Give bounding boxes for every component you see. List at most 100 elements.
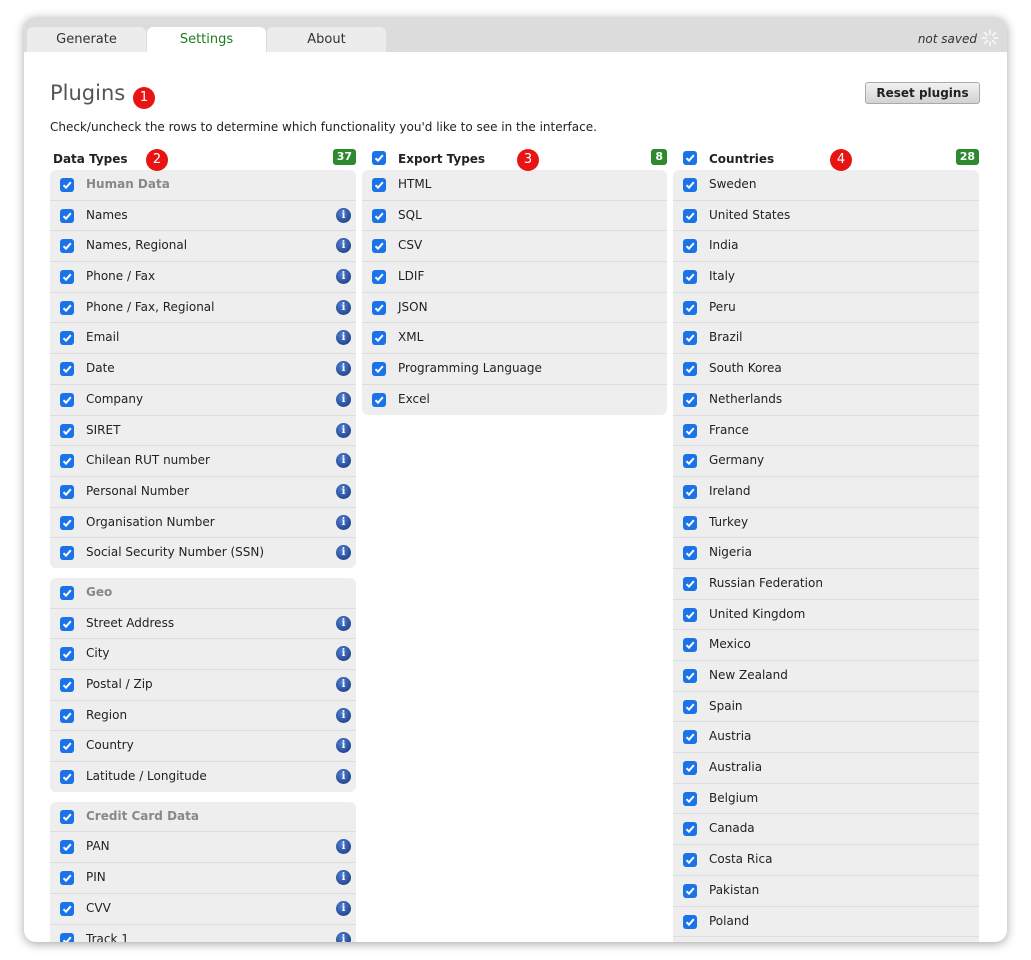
- row-checkbox[interactable]: [683, 699, 697, 714]
- row-checkbox[interactable]: [60, 585, 74, 600]
- row-checkbox[interactable]: [60, 708, 74, 723]
- info-icon[interactable]: i: [336, 839, 351, 855]
- plugin-row[interactable]: Region i: [50, 701, 356, 732]
- info-icon[interactable]: i: [336, 330, 351, 346]
- row-checkbox[interactable]: [683, 883, 697, 898]
- row-checkbox[interactable]: [372, 300, 386, 315]
- plugin-row[interactable]: Programming Language: [362, 354, 667, 385]
- info-icon[interactable]: i: [336, 207, 351, 223]
- plugin-row[interactable]: Ireland: [673, 477, 979, 508]
- row-checkbox[interactable]: [60, 770, 74, 785]
- info-icon[interactable]: i: [336, 646, 351, 662]
- reset-plugins-button[interactable]: Reset plugins: [865, 82, 980, 104]
- plugin-row[interactable]: United States: [673, 201, 979, 232]
- row-checkbox[interactable]: [60, 678, 74, 692]
- plugin-row[interactable]: Social Security Number (SSN) i: [50, 538, 356, 568]
- plugin-row[interactable]: Latitude / Longitude i: [50, 762, 356, 792]
- plugin-row[interactable]: Country i: [50, 731, 356, 763]
- row-checkbox[interactable]: [60, 239, 74, 254]
- info-icon[interactable]: i: [336, 615, 351, 631]
- info-icon[interactable]: i: [336, 453, 351, 469]
- row-checkbox[interactable]: [372, 270, 386, 285]
- plugin-row[interactable]: Pakistan: [673, 876, 979, 907]
- row-checkbox[interactable]: [60, 515, 74, 530]
- row-checkbox[interactable]: [372, 178, 386, 192]
- row-checkbox[interactable]: [683, 331, 697, 346]
- row-checkbox[interactable]: [60, 647, 74, 662]
- row-checkbox[interactable]: [683, 208, 697, 223]
- row-checkbox[interactable]: [683, 239, 697, 254]
- row-checkbox[interactable]: [683, 178, 697, 192]
- row-checkbox[interactable]: [372, 208, 386, 223]
- row-checkbox[interactable]: [60, 270, 74, 285]
- plugin-row[interactable]: Chilean RUT number i: [50, 446, 356, 477]
- row-checkbox[interactable]: [60, 871, 74, 886]
- plugin-row[interactable]: PIN i: [50, 863, 356, 894]
- plugin-row[interactable]: SQL: [362, 201, 667, 232]
- row-checkbox[interactable]: [60, 901, 74, 916]
- tab-generate[interactable]: Generate: [27, 27, 146, 52]
- info-icon[interactable]: i: [336, 931, 351, 942]
- row-checkbox[interactable]: [60, 932, 74, 942]
- row-checkbox[interactable]: [60, 392, 74, 407]
- plugin-row[interactable]: Canada: [673, 814, 979, 846]
- row-checkbox[interactable]: [372, 392, 386, 407]
- plugin-row[interactable]: Names i: [50, 201, 356, 232]
- row-checkbox[interactable]: [60, 454, 74, 469]
- plugin-row[interactable]: Phone / Fax i: [50, 262, 356, 293]
- info-icon[interactable]: i: [336, 707, 351, 723]
- plugin-row[interactable]: United Kingdom: [673, 600, 979, 631]
- export-types-checkbox[interactable]: [372, 151, 386, 165]
- plugin-row[interactable]: Excel: [362, 385, 667, 415]
- info-icon[interactable]: i: [336, 238, 351, 254]
- row-checkbox[interactable]: [60, 300, 74, 315]
- info-icon[interactable]: i: [336, 870, 351, 886]
- plugin-row[interactable]: France: [673, 416, 979, 447]
- tab-settings[interactable]: Settings: [147, 27, 266, 52]
- group-header-row[interactable]: Human Data: [50, 170, 356, 201]
- plugin-row[interactable]: Australia: [673, 753, 979, 784]
- row-checkbox[interactable]: [683, 392, 697, 407]
- plugin-row[interactable]: Phone / Fax, Regional i: [50, 293, 356, 324]
- plugin-row[interactable]: India: [673, 231, 979, 263]
- plugin-row[interactable]: Spain: [673, 692, 979, 723]
- tab-about[interactable]: About: [267, 27, 386, 52]
- info-icon[interactable]: i: [336, 769, 351, 785]
- plugin-row[interactable]: Peru: [673, 293, 979, 324]
- row-checkbox[interactable]: [683, 638, 697, 653]
- plugin-row[interactable]: Names, Regional i: [50, 231, 356, 263]
- plugin-row[interactable]: SIRET i: [50, 416, 356, 447]
- info-icon[interactable]: i: [336, 514, 351, 530]
- plugin-row[interactable]: Organisation Number i: [50, 508, 356, 539]
- countries-checkbox[interactable]: [683, 151, 697, 165]
- plugin-row[interactable]: CSV: [362, 231, 667, 263]
- plugin-row[interactable]: Belgium: [673, 784, 979, 815]
- plugin-row[interactable]: South Korea: [673, 354, 979, 385]
- group-header-row[interactable]: Credit Card Data: [50, 802, 356, 833]
- row-checkbox[interactable]: [683, 300, 697, 315]
- row-checkbox[interactable]: [683, 484, 697, 499]
- plugin-row[interactable]: Personal Number i: [50, 477, 356, 508]
- row-checkbox[interactable]: [683, 853, 697, 868]
- row-checkbox[interactable]: [683, 270, 697, 285]
- info-icon[interactable]: i: [336, 391, 351, 407]
- info-icon[interactable]: i: [336, 483, 351, 499]
- row-checkbox[interactable]: [683, 423, 697, 438]
- plugin-row[interactable]: Postal / Zip i: [50, 670, 356, 701]
- plugin-row[interactable]: Date i: [50, 354, 356, 385]
- plugin-row[interactable]: Poland: [673, 907, 979, 938]
- row-checkbox[interactable]: [60, 546, 74, 561]
- plugin-row[interactable]: Italy: [673, 262, 979, 293]
- row-checkbox[interactable]: [60, 739, 74, 754]
- plugin-row[interactable]: Turkey: [673, 508, 979, 539]
- row-checkbox[interactable]: [60, 484, 74, 499]
- info-icon[interactable]: i: [336, 422, 351, 438]
- plugin-row[interactable]: Street Address i: [50, 609, 356, 640]
- row-checkbox[interactable]: [60, 840, 74, 855]
- plugin-row[interactable]: New Zealand: [673, 661, 979, 692]
- row-checkbox[interactable]: [683, 761, 697, 776]
- info-icon[interactable]: i: [336, 677, 351, 692]
- plugin-row[interactable]: Netherlands: [673, 385, 979, 416]
- plugin-row[interactable]: PAN i: [50, 832, 356, 864]
- row-checkbox[interactable]: [60, 362, 74, 377]
